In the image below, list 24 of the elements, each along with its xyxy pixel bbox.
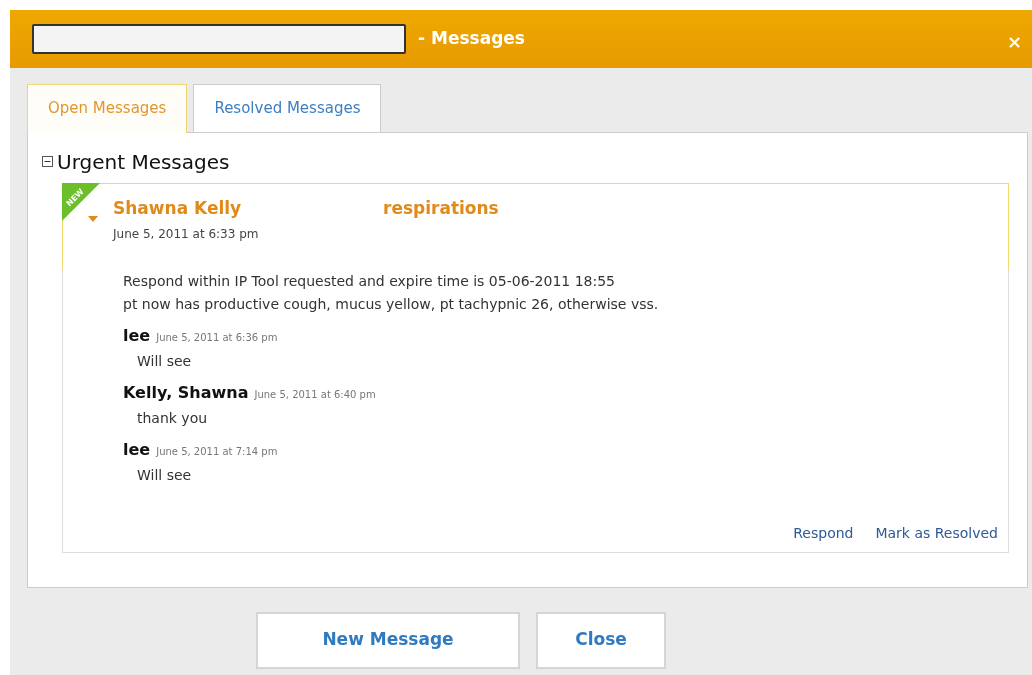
reply-time: June 5, 2011 at 6:36 pm <box>156 331 278 343</box>
collapse-icon[interactable] <box>42 156 53 167</box>
tab[interactable]: Open Messages <box>27 84 188 133</box>
dialog-button[interactable]: Close <box>536 611 666 669</box>
reply-time: June 5, 2011 at 6:40 pm <box>254 388 376 400</box>
action-link[interactable]: Mark as Resolved <box>875 522 998 544</box>
reply-text: Will see <box>136 465 193 485</box>
message-time: June 5, 2011 at 6:33 pm <box>113 227 259 241</box>
section-title: Urgent Messages <box>57 148 230 176</box>
reply-author: lee <box>123 325 151 345</box>
action-link[interactable]: Respond <box>793 522 854 544</box>
sender-name: Shawna Kelly <box>113 196 243 220</box>
caret-icon[interactable] <box>88 215 98 222</box>
message-text: Respond within IP Tool requested and expire time is 05-06-2011 18:55 <box>123 271 617 291</box>
message-text: pt now has productive cough, mucus yellow, pt tachypnic 26, otherwise vss. <box>123 294 660 314</box>
reply-text: thank you <box>136 408 209 428</box>
dialog-button[interactable]: New Message <box>256 611 520 669</box>
reply-time: June 5, 2011 at 7:14 pm <box>156 445 278 457</box>
reply-text: Will see <box>136 351 193 371</box>
tab[interactable]: Resolved Messages <box>193 84 382 132</box>
window-title: - Messages <box>418 27 525 51</box>
reply-author: Kelly, Shawna <box>123 382 249 402</box>
message-subject: respirations <box>383 197 499 218</box>
reply-author: lee <box>123 439 151 459</box>
